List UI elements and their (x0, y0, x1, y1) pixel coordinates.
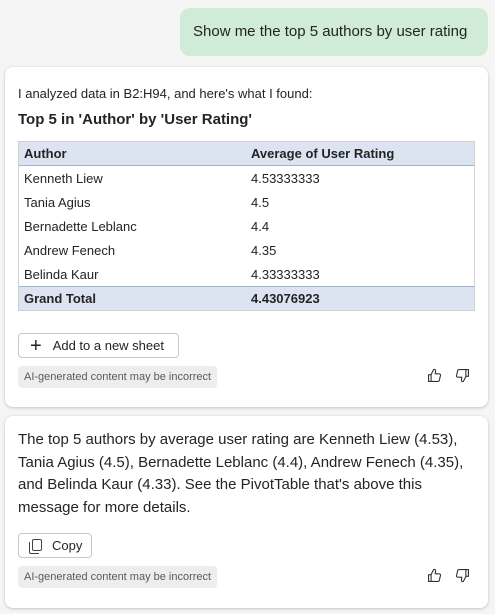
thumbs-up-icon[interactable] (426, 367, 443, 384)
plus-icon: + (30, 334, 42, 357)
table-row: Belinda Kaur 4.33333333 (19, 262, 474, 286)
response-intro: I analyzed data in B2:H94, and here's wh… (18, 86, 313, 101)
table-header-row: Author Average of User Rating (19, 142, 474, 166)
user-message-bubble: Show me the top 5 authors by user rating (180, 8, 488, 56)
grand-total-row: Grand Total 4.43076923 (19, 286, 474, 310)
feedback-buttons (426, 367, 471, 384)
thumbs-down-icon[interactable] (454, 567, 471, 584)
summary-text: The top 5 authors by average user rating… (18, 431, 464, 516)
table-row: Tania Agius 4.5 (19, 190, 474, 214)
table-row: Bernadette Leblanc 4.4 (19, 214, 474, 238)
add-to-new-sheet-button[interactable]: + Add to a new sheet (18, 333, 179, 358)
author-cell: Kenneth Liew (24, 170, 103, 186)
rating-cell: 4.35 (251, 242, 277, 258)
thumbs-up-icon[interactable] (426, 567, 443, 584)
add-to-new-sheet-label: Add to a new sheet (52, 338, 164, 353)
rating-cell: 4.4 (251, 218, 270, 234)
grand-total-value: 4.43076923 (251, 291, 320, 306)
copy-button[interactable]: Copy (18, 533, 92, 558)
response-card-pivot: I analyzed data in B2:H94, and here's wh… (5, 67, 488, 407)
ai-disclaimer-badge: AI-generated content may be incorrect (18, 566, 218, 588)
ai-disclaimer-badge: AI-generated content may be incorrect (18, 366, 218, 388)
rating-cell: 4.5 (251, 194, 270, 210)
author-cell: Andrew Fenech (24, 242, 116, 258)
author-cell: Bernadette Leblanc (24, 218, 137, 234)
author-cell: Tania Agius (24, 194, 91, 210)
rating-cell: 4.53333333 (251, 170, 320, 186)
rating-cell: 4.33333333 (251, 266, 320, 282)
table-row: Kenneth Liew 4.53333333 (19, 166, 474, 190)
column-header-author: Author (24, 146, 67, 161)
thumbs-down-icon[interactable] (454, 367, 471, 384)
grand-total-label: Grand Total (24, 291, 96, 306)
copy-icon (29, 538, 43, 554)
response-card-summary: The top 5 authors by average user rating… (5, 416, 488, 608)
feedback-buttons (426, 567, 471, 584)
pivot-title: Top 5 in 'Author' by 'User Rating' (18, 111, 252, 128)
pivot-table: Author Average of User Rating Kenneth Li… (18, 141, 475, 311)
author-cell: Belinda Kaur (24, 266, 99, 282)
column-header-rating: Average of User Rating (251, 146, 395, 161)
copy-label: Copy (52, 538, 83, 553)
table-row: Andrew Fenech 4.35 (19, 238, 474, 262)
